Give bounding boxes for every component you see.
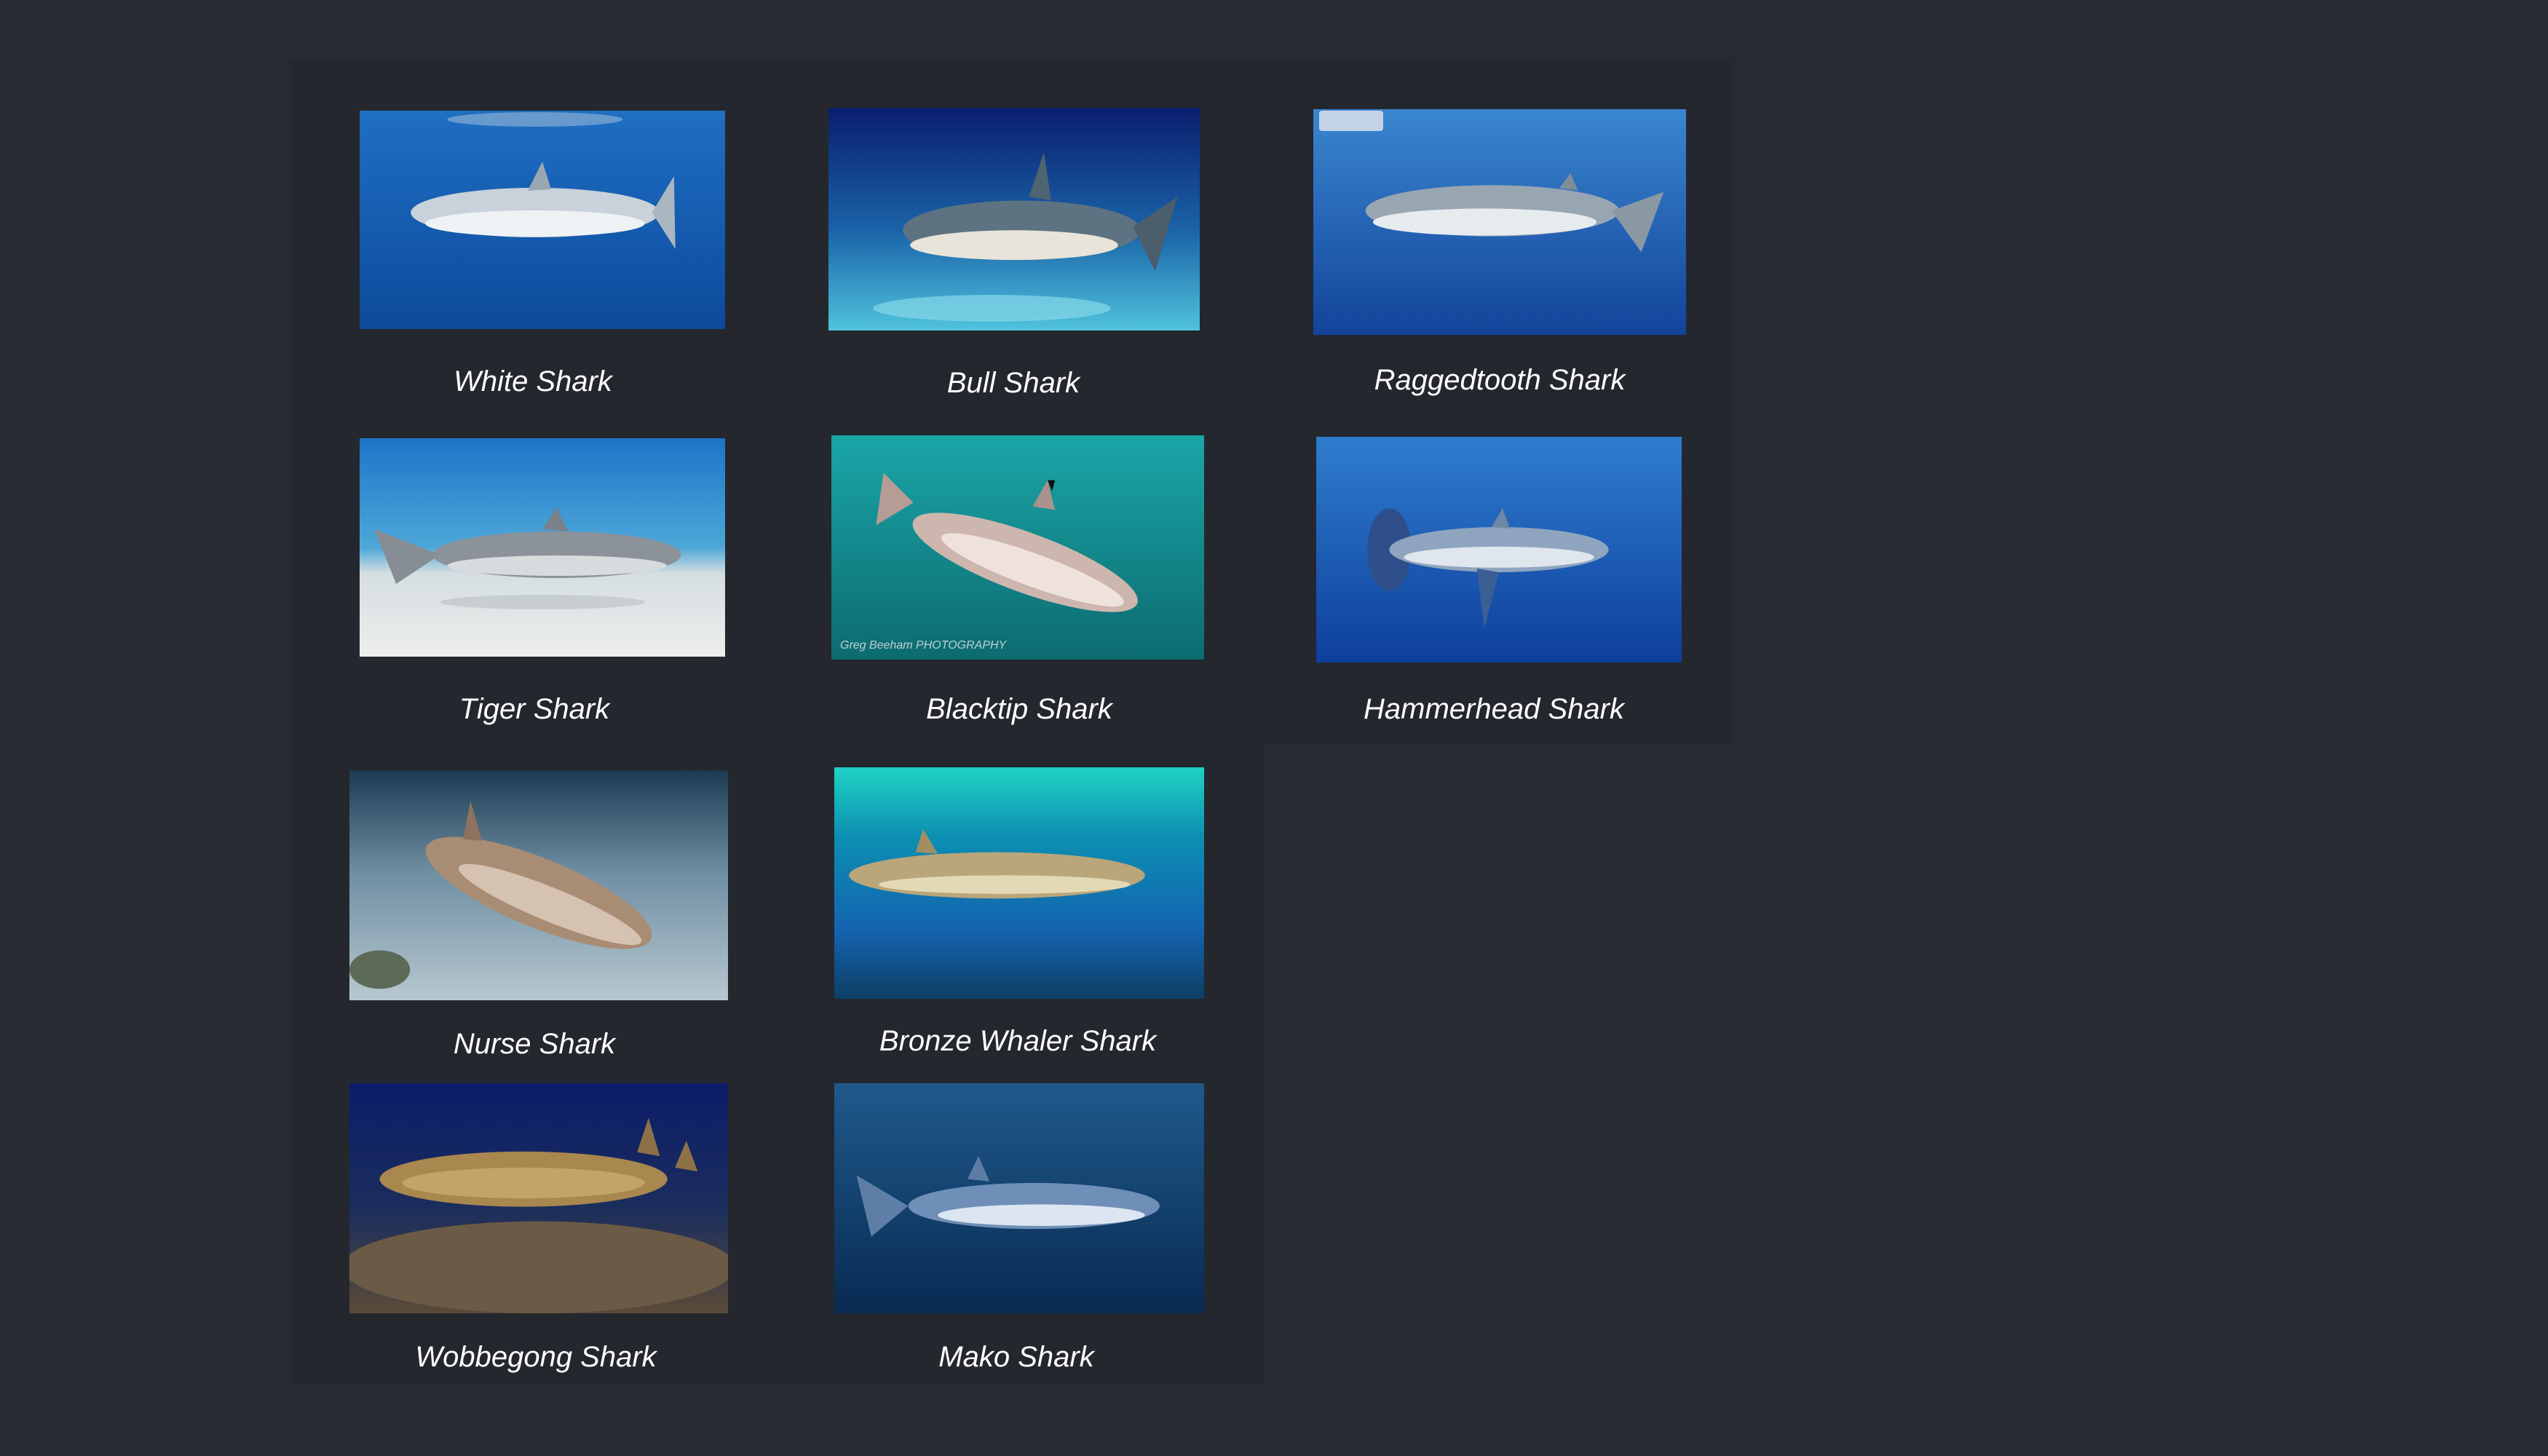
wobbegong-shark-caption: Wobbegong Shark: [415, 1341, 657, 1373]
wobbegong-shark-photo[interactable]: [349, 1083, 728, 1313]
hammerhead-shark-caption: Hammerhead Shark: [1364, 693, 1624, 725]
watermark-logo-icon: [1319, 111, 1383, 131]
hammerhead-shark-photo[interactable]: [1316, 437, 1682, 662]
raggedtooth-shark-caption: Raggedtooth Shark: [1374, 364, 1626, 396]
bronze-whaler-shark-caption: Bronze Whaler Shark: [879, 1025, 1157, 1057]
photographer-watermark-icon: Greg Beeham PHOTOGRAPHY: [840, 639, 1007, 652]
blacktip-shark-caption: Blacktip Shark: [926, 693, 1112, 725]
tiger-shark-caption: Tiger Shark: [459, 693, 610, 725]
white-shark-photo[interactable]: [360, 111, 725, 329]
white-shark-caption: White Shark: [454, 365, 612, 397]
tiger-shark-photo[interactable]: [360, 438, 725, 657]
bull-shark-caption: Bull Shark: [946, 367, 1080, 399]
mako-shark-photo[interactable]: [834, 1083, 1204, 1313]
mako-shark-caption: Mako Shark: [938, 1341, 1094, 1373]
blacktip-shark-photo[interactable]: Greg Beeham PHOTOGRAPHY: [831, 435, 1204, 660]
bronze-whaler-shark-photo[interactable]: [834, 767, 1204, 999]
nurse-shark-photo[interactable]: [349, 770, 728, 1000]
bull-shark-photo[interactable]: [828, 108, 1200, 331]
nurse-shark-caption: Nurse Shark: [453, 1028, 616, 1060]
raggedtooth-shark-photo[interactable]: [1313, 109, 1686, 335]
